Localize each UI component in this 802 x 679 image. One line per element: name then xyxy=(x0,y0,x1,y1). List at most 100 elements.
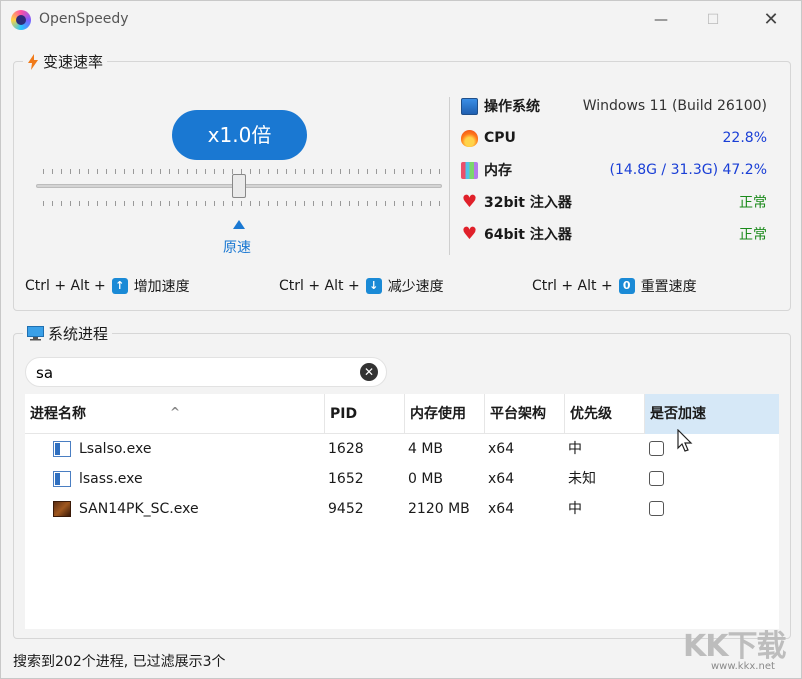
slider-tick xyxy=(358,169,359,174)
arrow-down-icon: ↓ xyxy=(365,278,382,294)
speed-display-button[interactable]: x1.0倍 xyxy=(172,110,307,160)
slider-tick xyxy=(142,201,143,206)
origin-label: 原速 xyxy=(223,240,251,256)
slider-tick xyxy=(169,169,170,174)
hotkey-label: 增加速度 xyxy=(133,279,190,295)
process-name: lsass.exe xyxy=(79,471,143,487)
slider-tick xyxy=(205,201,206,206)
slider-tick xyxy=(439,201,440,206)
computer-icon xyxy=(27,326,44,341)
stat-value: Windows 11 (Build 26100) xyxy=(582,98,767,114)
lightning-icon xyxy=(28,53,38,70)
column-header-arch[interactable]: 平台架构 xyxy=(485,394,565,434)
slider-tick xyxy=(403,201,404,206)
slider-tick xyxy=(259,201,260,206)
maximize-button[interactable]: ☐ xyxy=(693,7,733,33)
clear-search-icon[interactable]: ✕ xyxy=(360,363,378,381)
title-bar: OpenSpeedy — ☐ ✕ xyxy=(1,1,801,39)
slider-tick xyxy=(160,201,161,206)
stat-label: CPU xyxy=(484,130,516,146)
stat-injector-64: ♥ 64bit 注入器 正常 xyxy=(461,223,771,245)
column-header-name[interactable]: ^ 进程名称 xyxy=(25,394,325,434)
slider-tick xyxy=(349,201,350,206)
slider-tick xyxy=(286,201,287,206)
process-icon xyxy=(53,471,71,487)
slider-tick xyxy=(133,201,134,206)
slider-tick xyxy=(178,201,179,206)
process-memory: 2120 MB xyxy=(408,501,470,517)
slider-tick xyxy=(52,201,53,206)
stat-label: 32bit 注入器 xyxy=(484,195,572,211)
slider-tick xyxy=(97,201,98,206)
window-title: OpenSpeedy xyxy=(39,11,129,27)
slider-tick xyxy=(277,169,278,174)
accelerate-checkbox[interactable] xyxy=(649,441,664,456)
table-row[interactable]: Lsalso.exe 1628 4 MB x64 中 xyxy=(25,434,779,464)
hotkey-increase: Ctrl + Alt + ↑ 增加速度 xyxy=(25,276,190,296)
slider-tick xyxy=(115,201,116,206)
slider-tick xyxy=(268,169,269,174)
table-row[interactable]: SAN14PK_SC.exe 9452 2120 MB x64 中 xyxy=(25,494,779,524)
stat-value: (14.8G / 31.3G) 47.2% xyxy=(609,162,767,178)
process-search-input[interactable] xyxy=(36,363,356,383)
watermark-text: KK下载 xyxy=(683,629,786,664)
slider-tick xyxy=(61,201,62,206)
slider-tick xyxy=(169,201,170,206)
column-header-pid[interactable]: PID xyxy=(325,394,405,434)
monitor-icon xyxy=(461,97,478,115)
slider-tick xyxy=(187,169,188,174)
slider-tick xyxy=(115,169,116,174)
process-name: SAN14PK_SC.exe xyxy=(79,501,199,517)
slider-tick xyxy=(412,169,413,174)
column-header-accelerate[interactable]: 是否加速 xyxy=(645,394,779,434)
column-header-priority[interactable]: 优先级 xyxy=(565,394,645,434)
slider-tick xyxy=(133,169,134,174)
slider-tick xyxy=(385,201,386,206)
stat-os: 操作系统 Windows 11 (Build 26100) xyxy=(461,95,771,117)
slider-tick xyxy=(331,169,332,174)
speed-slider-thumb[interactable] xyxy=(232,174,246,198)
slider-tick xyxy=(322,201,323,206)
stat-memory: 内存 (14.8G / 31.3G) 47.2% xyxy=(461,159,771,181)
slider-tick xyxy=(124,201,125,206)
process-search-box[interactable]: ✕ xyxy=(25,357,387,387)
process-priority: 中 xyxy=(568,501,582,517)
slider-tick xyxy=(106,201,107,206)
stat-value: 正常 xyxy=(739,195,767,211)
slider-tick xyxy=(88,169,89,174)
slider-tick xyxy=(277,201,278,206)
stat-label: 64bit 注入器 xyxy=(484,227,572,243)
close-button[interactable]: ✕ xyxy=(751,7,791,33)
table-row[interactable]: lsass.exe 1652 0 MB x64 未知 xyxy=(25,464,779,494)
app-logo-icon xyxy=(11,10,31,30)
slider-tick xyxy=(187,201,188,206)
slider-tick xyxy=(331,201,332,206)
accelerate-checkbox[interactable] xyxy=(649,471,664,486)
slider-tick xyxy=(367,169,368,174)
slider-tick xyxy=(196,169,197,174)
origin-marker-icon xyxy=(233,220,245,229)
minimize-button[interactable]: — xyxy=(641,7,681,33)
slider-tick xyxy=(70,201,71,206)
app-window: OpenSpeedy — ☐ ✕ 变速速率 x1.0倍 原速 操作系统 Wind… xyxy=(0,0,802,679)
slider-tick xyxy=(394,169,395,174)
hotkey-combo: Ctrl + Alt + xyxy=(25,278,106,294)
slider-tick xyxy=(205,169,206,174)
process-table: ^ 进程名称 PID 内存使用 平台架构 优先级 是否加速 Lsalso.exe… xyxy=(25,394,779,629)
mouse-cursor-icon xyxy=(677,429,693,452)
slider-tick xyxy=(367,201,368,206)
table-header: ^ 进程名称 PID 内存使用 平台架构 优先级 是否加速 xyxy=(25,394,779,434)
slider-tick xyxy=(97,169,98,174)
process-arch: x64 xyxy=(488,471,515,487)
column-header-memory[interactable]: 内存使用 xyxy=(405,394,485,434)
slider-tick xyxy=(349,169,350,174)
hotkey-combo: Ctrl + Alt + xyxy=(279,278,360,294)
column-header-label: 进程名称 xyxy=(30,406,86,422)
hotkey-label: 减少速度 xyxy=(387,279,444,295)
slider-tick xyxy=(250,169,251,174)
watermark-url: www.kkx.net xyxy=(711,661,775,672)
process-pid: 9452 xyxy=(328,501,364,517)
heart-icon: ♥ xyxy=(461,191,478,212)
accelerate-checkbox[interactable] xyxy=(649,501,664,516)
process-group-title: 系统进程 xyxy=(48,325,109,343)
